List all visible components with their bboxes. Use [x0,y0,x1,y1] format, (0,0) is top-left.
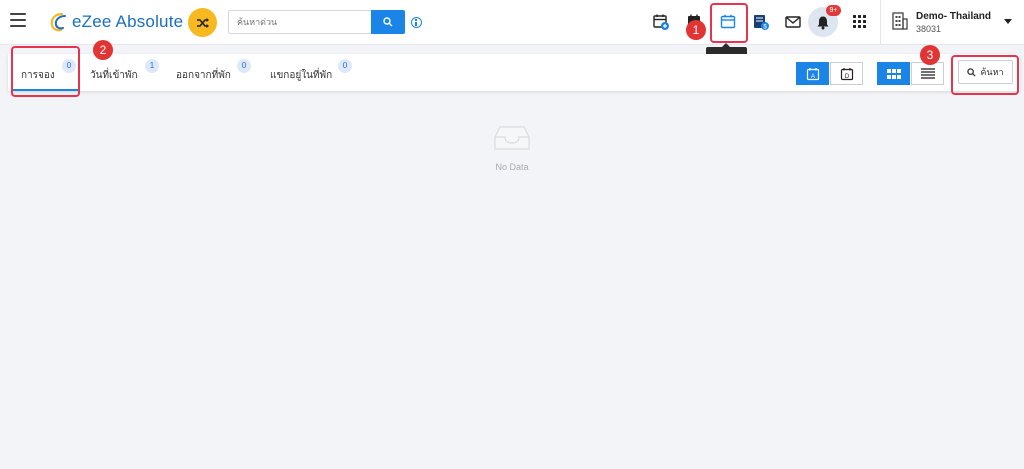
tab-in-house[interactable]: แขกอยู่ในที่พัก 0 [270,54,360,91]
shuffle-button[interactable] [188,8,217,37]
caret-down-icon[interactable] [1004,19,1012,24]
departure-icon: D [840,67,853,80]
top-header: eZee Absolute ค้นหาด่วน $ 9+ Demo- Thail… [0,0,1024,45]
annotation-box-1 [710,3,748,43]
tab-label: แขกอยู่ในที่พัก [270,70,333,81]
bell-icon [817,16,829,29]
notification-badge: 9+ [826,5,841,16]
grid-view-icon [886,68,901,79]
shuffle-icon [196,17,209,28]
list-view-icon [920,68,935,79]
arrival-view-button[interactable]: A [796,62,829,85]
svg-text:D: D [844,74,849,80]
annotation-number-3: 3 [920,45,940,65]
info-icon[interactable] [411,17,422,28]
tab-bar: การจอง 0 วันที่เข้าพัก 1 ออกจากที่พัก 0 … [8,54,1020,91]
brand-logo[interactable]: eZee Absolute [48,9,183,35]
hamburger-icon[interactable] [10,13,26,27]
annotation-number-2: 2 [93,40,113,60]
header-divider [880,0,881,45]
tab-count: 0 [338,59,352,73]
departure-view-button[interactable]: D [830,62,863,85]
tab-departures[interactable]: ออกจากที่พัก 0 [176,54,256,91]
inbox-icon [494,126,530,150]
calendar-add-icon[interactable] [652,13,670,31]
tab-count: 0 [237,59,251,73]
quick-search-input[interactable] [228,10,371,34]
hotel-building-icon[interactable] [891,11,909,31]
mail-icon[interactable] [784,13,802,31]
tab-count: 1 [145,59,159,73]
search-icon [383,17,393,27]
empty-state: No Data [460,125,564,172]
quick-search-button[interactable] [371,10,405,34]
brand-name: eZee Absolute [72,12,184,31]
empty-state-text: No Data [495,162,529,172]
annotation-box-3 [951,55,1019,95]
ezee-logo-icon [50,12,66,32]
tab-label: ออกจากที่พัก [176,70,231,81]
hotel-code: 38031 [916,24,942,34]
hotel-name[interactable]: Demo- Thailand [916,11,991,22]
list-view-button[interactable] [911,62,944,85]
tab-label: วันที่เข้าพัก [90,70,138,81]
apps-grid-icon[interactable] [853,15,866,28]
invoice-icon[interactable]: $ [752,13,770,31]
svg-text:A: A [810,74,814,80]
arrival-icon: A [806,67,819,80]
annotation-number-1: 1 [686,20,706,40]
annotation-box-2 [11,46,80,97]
quick-search [228,10,406,34]
grid-view-button[interactable] [877,62,910,85]
